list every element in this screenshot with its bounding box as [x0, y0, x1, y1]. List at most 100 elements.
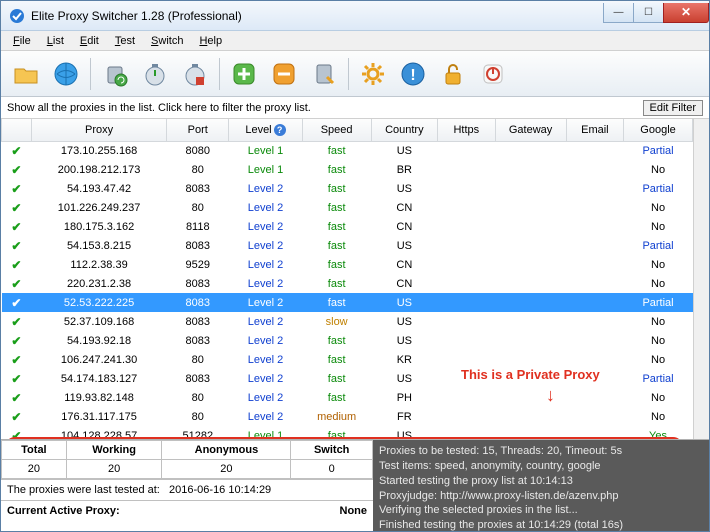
open-folder-button[interactable]	[7, 55, 45, 93]
scrollbar[interactable]	[693, 119, 709, 439]
menu-test[interactable]: Test	[107, 33, 143, 49]
col-gateway[interactable]: Gateway	[495, 119, 566, 141]
server-edit-button[interactable]	[305, 55, 343, 93]
port-cell: 8083	[167, 274, 229, 293]
globe-button[interactable]	[47, 55, 85, 93]
col-proxy[interactable]: Proxy	[31, 119, 166, 141]
table-row[interactable]: ✔112.2.38.399529Level 2fastCNNo	[2, 255, 693, 274]
level-cell: Level 2	[229, 369, 302, 388]
check-icon: ✔	[11, 220, 21, 234]
stats-panel: Total Working Anonymous Switch 20 20 20 …	[1, 440, 373, 531]
col-port[interactable]: Port	[167, 119, 229, 141]
country-cell: CN	[371, 217, 438, 236]
col-email[interactable]: Email	[566, 119, 623, 141]
https-cell	[438, 331, 495, 350]
col-status[interactable]	[2, 119, 32, 141]
proxy-cell: 112.2.38.39	[31, 255, 166, 274]
check-icon: ✔	[11, 353, 21, 367]
level-cell: Level 2	[229, 179, 302, 198]
last-tested-label: The proxies were last tested at:	[7, 484, 160, 496]
port-cell: 80	[167, 198, 229, 217]
titlebar[interactable]: Elite Proxy Switcher 1.28 (Professional)…	[1, 1, 709, 31]
table-row[interactable]: ✔106.247.241.3080Level 2fastKRNo	[2, 350, 693, 369]
menu-switch[interactable]: Switch	[143, 33, 191, 49]
help-icon[interactable]: ?	[274, 124, 286, 136]
server-refresh-button[interactable]	[96, 55, 134, 93]
check-icon: ✔	[11, 315, 21, 329]
settings-button[interactable]	[354, 55, 392, 93]
active-proxy-row: Current Active Proxy: None	[1, 500, 373, 521]
gateway-cell	[495, 141, 566, 160]
table-row[interactable]: ✔104.128.228.5751282Level 1fastUSYes	[2, 426, 693, 439]
col-speed[interactable]: Speed	[302, 119, 371, 141]
table-row[interactable]: ✔52.37.109.1688083Level 2slowUSNo	[2, 312, 693, 331]
menu-help[interactable]: Help	[191, 33, 230, 49]
check-icon: ✔	[11, 182, 21, 196]
menu-list[interactable]: List	[39, 33, 72, 49]
table-row[interactable]: ✔200.198.212.17380Level 1fastBRNo	[2, 160, 693, 179]
proxy-table[interactable]: Proxy Port Level? Speed Country Https Ga…	[1, 119, 693, 439]
table-row[interactable]: ✔54.153.8.2158083Level 2fastUSPartial	[2, 236, 693, 255]
menubar: File List Edit Test Switch Help	[1, 31, 709, 51]
lock-button[interactable]	[434, 55, 472, 93]
info-button[interactable]: !	[394, 55, 432, 93]
table-row[interactable]: ✔119.93.82.14880Level 2fastPHNo	[2, 388, 693, 407]
status-cell: ✔	[2, 217, 32, 236]
speed-cell: fast	[302, 160, 371, 179]
edit-filter-button[interactable]: Edit Filter	[643, 100, 703, 116]
app-icon	[9, 8, 25, 24]
check-icon: ✔	[11, 144, 21, 158]
table-row[interactable]: ✔101.226.249.23780Level 2fastCNNo	[2, 198, 693, 217]
filter-text[interactable]: Show all the proxies in the list. Click …	[7, 102, 643, 114]
speed-cell: fast	[302, 179, 371, 198]
table-row[interactable]: ✔173.10.255.1688080Level 1fastUSPartial	[2, 141, 693, 160]
country-cell: KR	[371, 350, 438, 369]
status-cell: ✔	[2, 350, 32, 369]
check-icon: ✔	[11, 296, 21, 310]
table-row[interactable]: ✔176.31.117.17580Level 2mediumFRNo	[2, 407, 693, 426]
add-button[interactable]	[225, 55, 263, 93]
active-proxy-label: Current Active Proxy:	[7, 505, 340, 517]
last-tested-value: 2016-06-16 10:14:29	[169, 484, 271, 496]
level-cell: Level 2	[229, 255, 302, 274]
app-window: Elite Proxy Switcher 1.28 (Professional)…	[0, 0, 710, 532]
close-button[interactable]: ✕	[663, 3, 709, 23]
table-row[interactable]: ✔54.174.183.1278083Level 2fastUSPartial	[2, 369, 693, 388]
log-line: Proxyjudge: http://www.proxy-listen.de/a…	[379, 489, 703, 504]
table-row[interactable]: ✔52.53.222.2258083Level 2fastUSPartial	[2, 293, 693, 312]
gateway-cell	[495, 179, 566, 198]
timer-start-button[interactable]	[136, 55, 174, 93]
gateway-cell	[495, 369, 566, 388]
check-icon: ✔	[11, 372, 21, 386]
power-button[interactable]	[474, 55, 512, 93]
level-cell: Level 1	[229, 160, 302, 179]
email-cell	[566, 198, 623, 217]
speed-cell: fast	[302, 198, 371, 217]
proxy-cell: 106.247.241.30	[31, 350, 166, 369]
stats-table: Total Working Anonymous Switch 20 20 20 …	[1, 440, 373, 479]
https-cell	[438, 312, 495, 331]
col-https[interactable]: Https	[438, 119, 495, 141]
check-icon: ✔	[11, 429, 21, 440]
https-cell	[438, 274, 495, 293]
col-level[interactable]: Level?	[229, 119, 302, 141]
timer-stop-button[interactable]	[176, 55, 214, 93]
menu-file[interactable]: File	[5, 33, 39, 49]
minimize-button[interactable]: —	[603, 3, 633, 23]
table-row[interactable]: ✔220.231.2.388083Level 2fastCNNo	[2, 274, 693, 293]
col-country[interactable]: Country	[371, 119, 438, 141]
menu-edit[interactable]: Edit	[72, 33, 107, 49]
table-row[interactable]: ✔180.175.3.1628118Level 2fastCNNo	[2, 217, 693, 236]
maximize-button[interactable]: ☐	[633, 3, 663, 23]
https-cell	[438, 217, 495, 236]
gateway-cell	[495, 388, 566, 407]
table-row[interactable]: ✔54.193.47.428083Level 2fastUSPartial	[2, 179, 693, 198]
remove-button[interactable]	[265, 55, 303, 93]
gateway-cell	[495, 217, 566, 236]
log-line: Proxies to be tested: 15, Threads: 20, T…	[379, 444, 703, 459]
log-line: Finished testing the proxies at 10:14:29…	[379, 518, 703, 531]
col-google[interactable]: Google	[624, 119, 693, 141]
check-icon: ✔	[11, 410, 21, 424]
log-panel[interactable]: Proxies to be tested: 15, Threads: 20, T…	[373, 440, 709, 531]
table-row[interactable]: ✔54.193.92.188083Level 2fastUSNo	[2, 331, 693, 350]
